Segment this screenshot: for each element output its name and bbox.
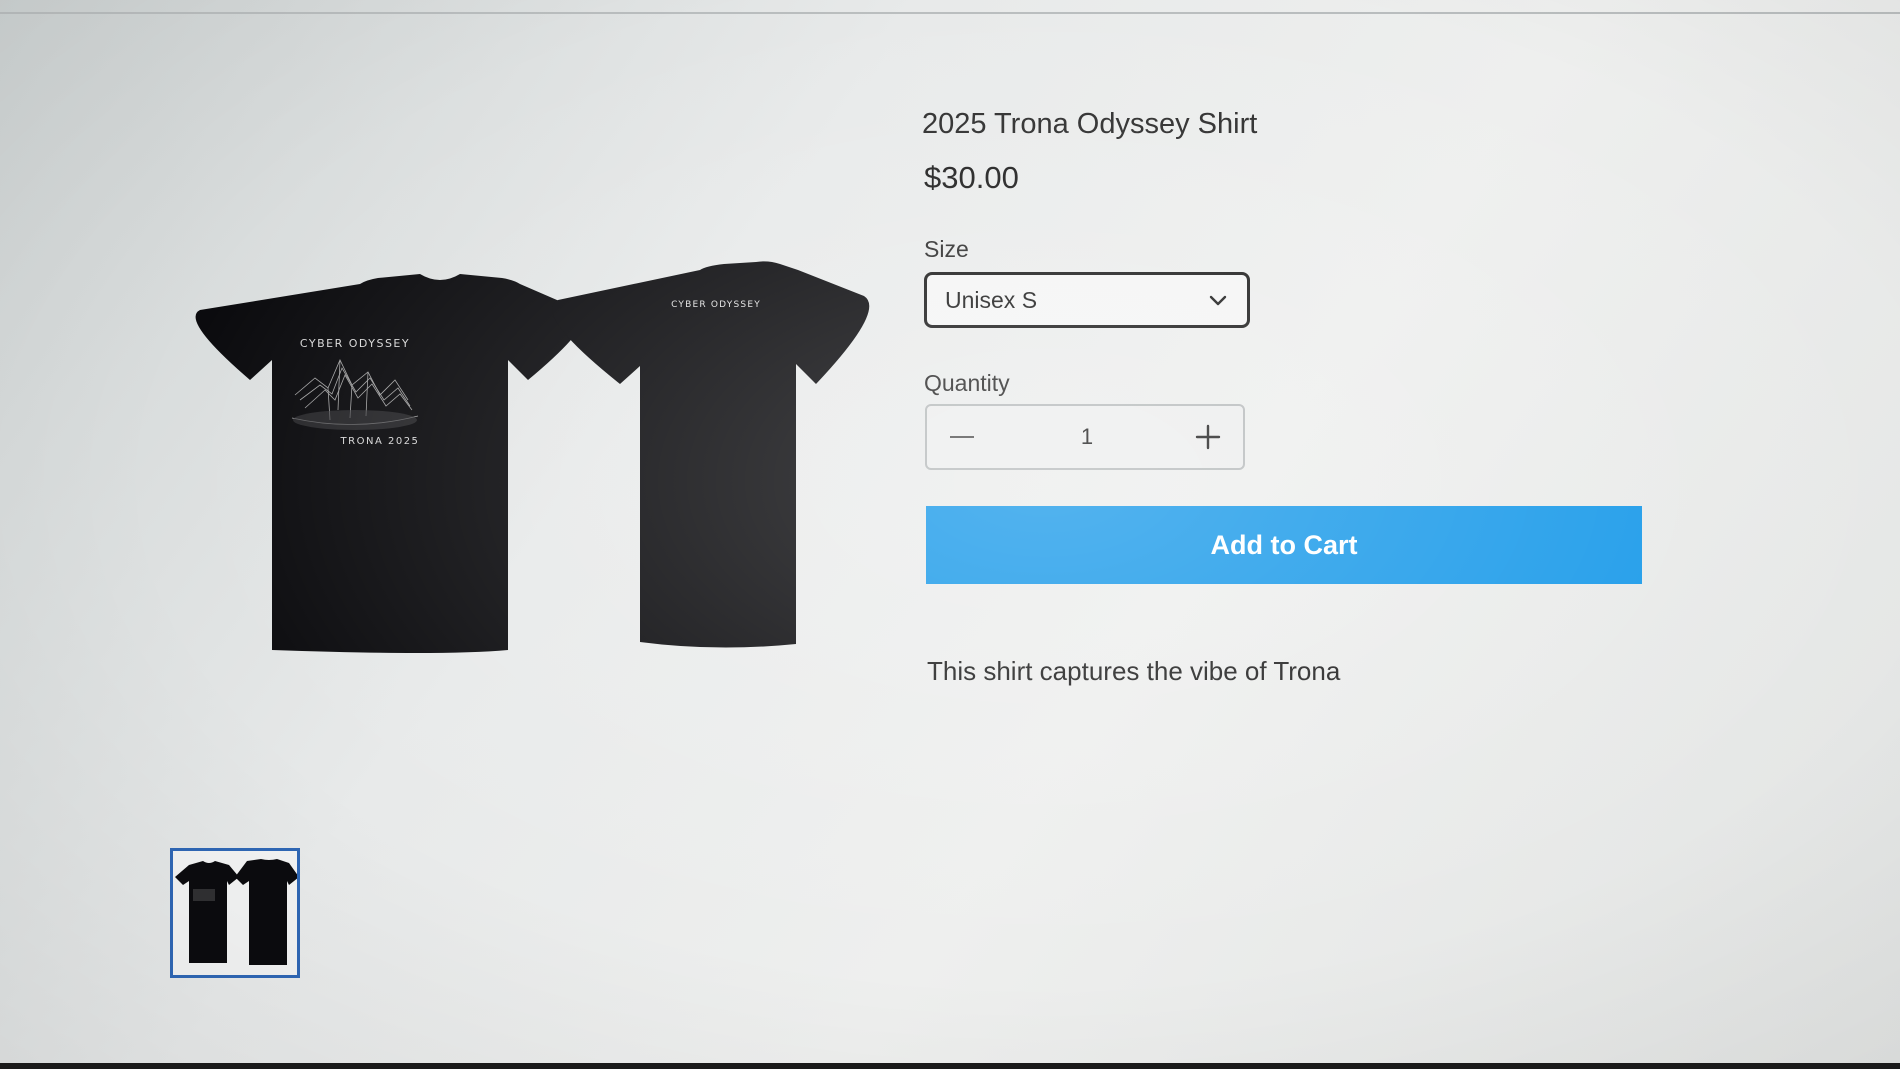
quantity-decrease-button[interactable] <box>937 414 987 460</box>
shirt-back-top-text: CYBER ODYSSEY <box>671 300 761 310</box>
shirt-front-top-text: CYBER ODYSSEY <box>300 337 410 350</box>
plus-icon <box>1195 424 1221 450</box>
quantity-stepper: 1 <box>925 404 1245 470</box>
size-selected-value: Unisex S <box>945 286 1038 313</box>
quantity-increase-button[interactable] <box>1183 414 1233 460</box>
size-select[interactable]: Unisex S <box>924 272 1250 328</box>
product-title: 2025 Trona Odyssey Shirt <box>922 108 1258 140</box>
shirt-back-image: CYBER ODYSSEY <box>552 261 870 648</box>
product-thumbnail[interactable] <box>170 848 300 978</box>
shirt-front-bottom-text: TRONA 2025 <box>340 436 420 447</box>
product-page: CYBER ODYSSEY TRONA 2025 CYBER ODYSSEY 2… <box>0 0 1900 1069</box>
screen-bezel <box>0 1063 1900 1069</box>
product-price: $30.00 <box>924 160 1019 195</box>
product-main-image[interactable]: CYBER ODYSSEY TRONA 2025 CYBER ODYSSEY <box>180 260 880 670</box>
quantity-label: Quantity <box>924 370 1010 396</box>
chevron-down-icon <box>1209 295 1227 306</box>
quantity-value[interactable]: 1 <box>1037 424 1137 450</box>
product-description: This shirt captures the vibe of Trona <box>927 656 1341 686</box>
shirt-front-image: CYBER ODYSSEY TRONA 2025 <box>195 274 585 653</box>
add-to-cart-button[interactable]: Add to Cart <box>926 506 1642 584</box>
minus-icon <box>950 436 974 438</box>
header-divider <box>0 12 1900 14</box>
size-label: Size <box>924 236 969 262</box>
